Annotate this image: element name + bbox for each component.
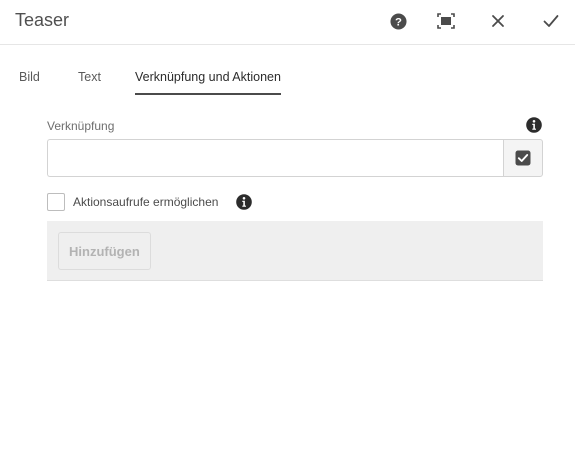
tab-bar: Bild Text Verknüpfung und Aktionen [0,56,575,98]
call-to-action-label: Aktionsaufrufe ermöglichen [73,195,219,209]
call-to-action-info-icon[interactable] [236,194,252,210]
close-icon [492,15,504,27]
tab-text[interactable]: Text [78,70,101,93]
tab-verknuepfung-und-aktionen[interactable]: Verknüpfung und Aktionen [135,70,281,95]
dialog-title: Teaser [15,10,70,30]
call-to-action-checkbox[interactable] [47,193,65,211]
link-field-label: Verknüpfung [47,119,115,133]
fullscreen-icon [437,13,455,29]
add-action-button[interactable]: Hinzufügen [58,232,151,270]
help-button[interactable]: ? [387,10,409,32]
link-input[interactable] [47,139,503,177]
fullscreen-button[interactable] [435,10,457,32]
checkbox-check-icon [515,150,531,166]
svg-text:?: ? [395,16,402,28]
tab-bild[interactable]: Bild [19,70,40,93]
done-button[interactable] [540,10,562,32]
link-picker-button[interactable] [503,139,543,177]
dialog-header: Teaser ? [0,0,575,45]
link-info-icon[interactable] [526,117,542,133]
close-button[interactable] [487,10,509,32]
help-icon: ? [389,12,407,30]
actions-panel: Hinzufügen [47,221,543,281]
checkmark-icon [543,15,559,27]
